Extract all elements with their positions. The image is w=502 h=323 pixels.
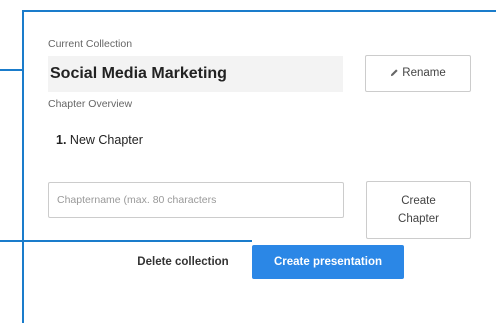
current-collection-label: Current Collection [48, 38, 133, 50]
rename-label: Rename [402, 67, 446, 79]
create-chapter-button[interactable]: Create Chapter [366, 181, 471, 239]
chapter-title: New Chapter [69, 133, 143, 147]
chapter-number: 1. [56, 133, 67, 147]
frame-left-line [22, 10, 24, 323]
frame-top-line [24, 10, 496, 12]
frame-connector-upper [0, 69, 23, 71]
collection-name: Social Media Marketing [48, 56, 343, 92]
create-chapter-label-line1: Create [401, 195, 436, 207]
rename-button[interactable]: Rename [365, 55, 471, 92]
create-presentation-button[interactable]: Create presentation [252, 245, 404, 279]
chapter-list-item[interactable]: 1. New Chapter [56, 133, 143, 147]
chapter-overview-label: Chapter Overview [48, 98, 133, 110]
frame-connector-lower [0, 240, 252, 242]
pencil-icon [390, 57, 399, 77]
create-chapter-label-line2: Chapter [398, 213, 439, 225]
chapter-name-input[interactable] [48, 182, 344, 218]
delete-collection-button[interactable]: Delete collection [120, 245, 246, 279]
